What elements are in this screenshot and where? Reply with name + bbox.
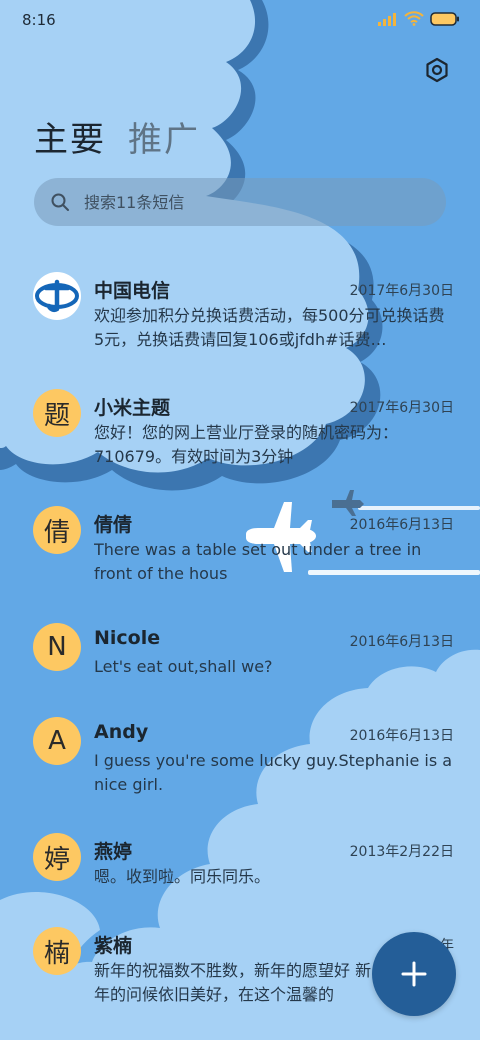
status-icons bbox=[378, 11, 460, 26]
message-preview: 欢迎参加积分兑换话费活动，每500分可兑换话费5元，兑换话费请回复106或jfd… bbox=[94, 306, 445, 349]
conversation-item[interactable]: A Andy 2016年6月13日 I guess you're some lu… bbox=[0, 709, 480, 819]
conversation-item[interactable]: N Nicole 2016年6月13日 Let's eat out,shall … bbox=[0, 615, 480, 695]
gear-icon bbox=[426, 57, 448, 83]
status-time: 8:16 bbox=[22, 11, 56, 29]
message-preview: I guess you're some lucky guy.Stephanie … bbox=[94, 751, 453, 794]
sender-name: 紫楠 bbox=[94, 935, 133, 957]
message-date: 2016年6月13日 bbox=[349, 634, 454, 650]
wifi-icon bbox=[404, 11, 424, 26]
conversation-item[interactable]: 中国电信 2017年6月30日 欢迎参加积分兑换话费活动，每500分可兑换话费5… bbox=[0, 264, 480, 374]
avatar: 楠 bbox=[33, 927, 81, 975]
message-date: 2017年6月30日 bbox=[349, 400, 454, 416]
plus-icon bbox=[401, 961, 427, 987]
search-icon bbox=[51, 193, 69, 211]
avatar: 题 bbox=[33, 389, 81, 437]
message-preview: Let's eat out,shall we? bbox=[94, 657, 273, 676]
avatar: N bbox=[33, 623, 81, 671]
china-telecom-logo-icon bbox=[35, 279, 79, 313]
message-preview: 您好！您的网上营业厅登录的随机密码为：710679。有效时间为3分钟 bbox=[94, 423, 399, 466]
sender-name: 燕婷 bbox=[94, 841, 133, 863]
avatar: 倩 bbox=[33, 506, 81, 554]
message-date: 2016年6月13日 bbox=[349, 728, 454, 744]
sender-name: 倩倩 bbox=[94, 514, 133, 536]
sender-name: 小米主题 bbox=[94, 397, 171, 419]
message-preview: 嗯。收到啦。同乐同乐。 bbox=[94, 867, 271, 886]
message-preview: There was a table set out under a tree i… bbox=[94, 540, 422, 583]
message-date: 2016年6月13日 bbox=[349, 517, 454, 533]
china-telecom-logo bbox=[33, 272, 81, 320]
signal-icon bbox=[378, 12, 396, 26]
tab-promotions[interactable]: 推广 bbox=[128, 112, 200, 161]
battery-icon bbox=[430, 11, 459, 26]
settings-button[interactable] bbox=[420, 53, 454, 87]
compose-button[interactable] bbox=[372, 932, 456, 1016]
conversation-item[interactable]: 题 小米主题 2017年6月30日 您好！您的网上营业厅登录的随机密码为：710… bbox=[0, 381, 480, 491]
avatar: 婷 bbox=[33, 833, 81, 881]
message-date: 2017年6月30日 bbox=[349, 283, 454, 299]
sender-name: Andy bbox=[94, 721, 149, 743]
conversation-item[interactable]: 婷 燕婷 2013年2月22日 嗯。收到啦。同乐同乐。 bbox=[0, 825, 480, 905]
status-bar: 8:16 bbox=[0, 0, 480, 40]
search-bar[interactable] bbox=[34, 178, 446, 226]
search-input[interactable] bbox=[82, 191, 386, 213]
conversation-item[interactable]: 倩 倩倩 2016年6月13日 There was a table set ou… bbox=[0, 498, 480, 608]
message-preview: 新年的祝福数不胜数，新年的愿望好 新年的问候依旧美好，在这个温馨的 bbox=[94, 961, 372, 1004]
tab-primary[interactable]: 主要 bbox=[34, 112, 106, 161]
sender-name: 中国电信 bbox=[94, 280, 171, 302]
sender-name: Nicole bbox=[94, 627, 161, 649]
message-date: 2013年2月22日 bbox=[349, 844, 454, 860]
tab-bar: 主要 推广 bbox=[34, 112, 200, 161]
avatar: A bbox=[33, 717, 81, 765]
